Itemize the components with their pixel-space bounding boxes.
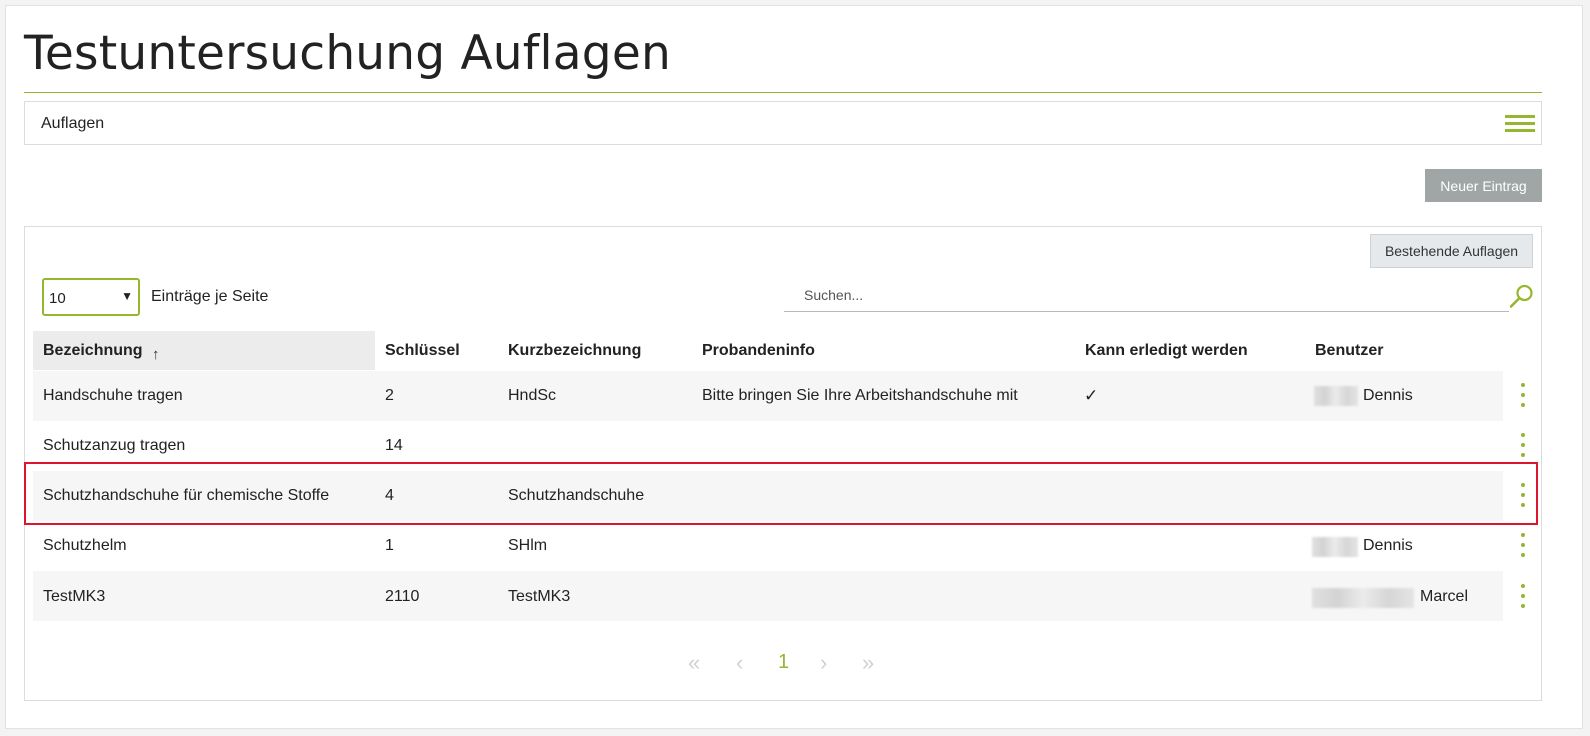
header-kann-erledigt[interactable]: Kann erledigt werden: [1085, 342, 1248, 360]
page-size-value: 10: [49, 290, 66, 307]
cell-probandeninfo: Bitte bringen Sie Ihre Arbeitshandschuhe…: [702, 387, 1018, 404]
cell-schluessel: 1: [385, 537, 394, 554]
pagination-prev[interactable]: ‹: [736, 650, 743, 676]
pagination-first[interactable]: «: [688, 650, 700, 676]
cell-kurzbezeichnung: SHlm: [508, 537, 548, 554]
highlight-box: [24, 462, 1538, 525]
checkmark-icon: ✓: [1084, 386, 1099, 405]
cell-bezeichnung: Schutzhelm: [43, 537, 127, 554]
table-row[interactable]: [33, 571, 1503, 621]
cell-benutzer: Marcel: [1420, 588, 1469, 605]
hamburger-menu-icon[interactable]: [1505, 115, 1535, 133]
header-kurzbezeichnung[interactable]: Kurzbezeichnung: [508, 342, 641, 360]
header-probandeninfo[interactable]: Probandeninfo: [702, 342, 815, 360]
sort-ascending-icon: ↑: [152, 346, 160, 363]
new-entry-button[interactable]: Neuer Eintrag: [1425, 169, 1542, 202]
table-row[interactable]: [33, 521, 1503, 571]
existing-requirements-button[interactable]: Bestehende Auflagen: [1370, 234, 1533, 268]
row-actions-icon[interactable]: [1519, 432, 1527, 458]
blurred-avatar: [1312, 537, 1358, 557]
row-actions-icon[interactable]: [1519, 532, 1527, 558]
cell-bezeichnung: Handschuhe tragen: [43, 387, 183, 404]
cell-schluessel: 2110: [385, 588, 420, 605]
row-actions-icon[interactable]: [1519, 583, 1527, 609]
chevron-down-icon: ▼: [121, 289, 133, 303]
header-schluessel[interactable]: Schlüssel: [385, 342, 460, 360]
cell-kurzbezeichnung: HndSc: [508, 387, 557, 404]
cell-schluessel: 14: [385, 437, 403, 454]
page-size-label: Einträge je Seite: [151, 288, 269, 305]
cell-schluessel: 2: [385, 387, 394, 404]
header-bezeichnung[interactable]: Bezeichnung: [43, 342, 143, 360]
header-benutzer[interactable]: Benutzer: [1315, 342, 1383, 360]
cell-bezeichnung: TestMK3: [43, 588, 106, 605]
cell-bezeichnung: Schutzanzug tragen: [43, 437, 186, 454]
pagination-current[interactable]: 1: [778, 651, 789, 674]
cell-benutzer: Dennis: [1363, 537, 1413, 554]
subnav-bar: Auflagen: [24, 101, 1542, 145]
title-divider: [24, 92, 1542, 93]
pagination-last[interactable]: »: [862, 650, 874, 676]
page-size-select[interactable]: 10 ▼: [42, 278, 140, 316]
subnav-title: Auflagen: [41, 115, 105, 132]
blurred-avatar: [1314, 386, 1358, 406]
cell-kurzbezeichnung: TestMK3: [508, 588, 571, 605]
row-actions-icon[interactable]: [1519, 382, 1527, 408]
blurred-avatar: [1312, 588, 1414, 608]
cell-benutzer: Dennis: [1363, 387, 1413, 404]
search-icon[interactable]: [1509, 283, 1535, 309]
pagination-next[interactable]: ›: [820, 650, 827, 676]
search-input[interactable]: [784, 279, 1509, 312]
page-title: Testuntersuchung Auflagen: [24, 26, 671, 81]
